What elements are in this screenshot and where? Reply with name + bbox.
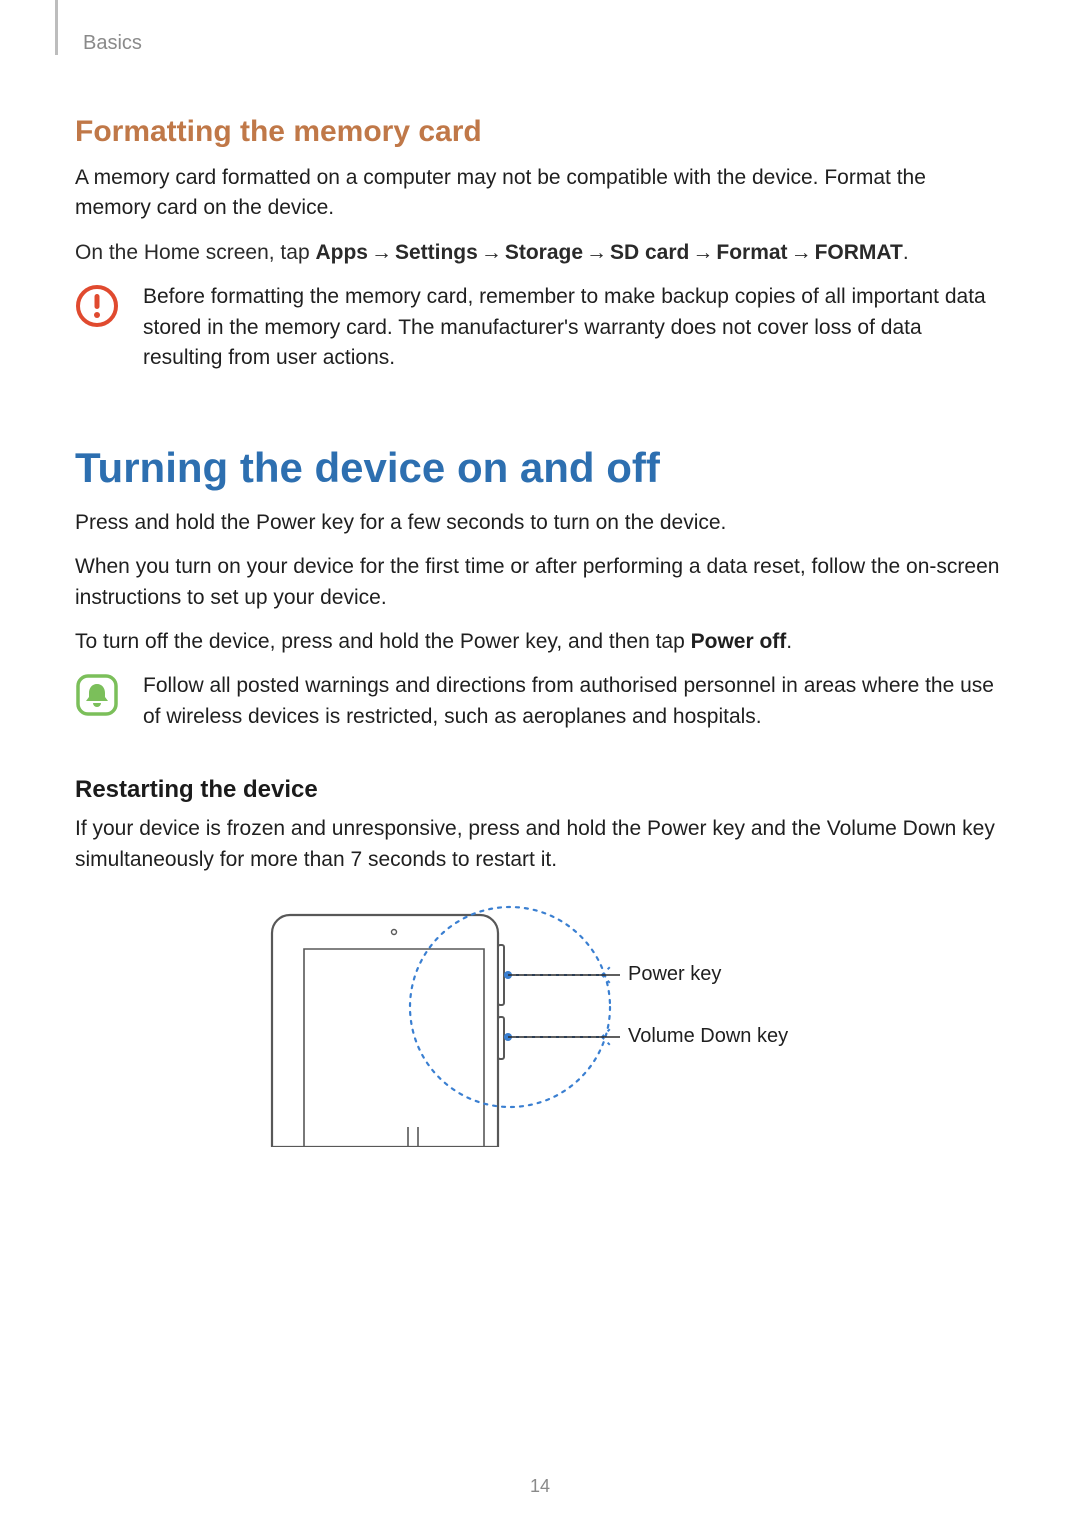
info-text: Follow all posted warnings and direction… bbox=[143, 671, 1005, 732]
bell-icon bbox=[75, 673, 119, 717]
path-suffix: . bbox=[903, 241, 909, 264]
arrow-icon: → bbox=[368, 238, 395, 268]
arrow-icon: → bbox=[788, 238, 815, 268]
warning-text: Before formatting the memory card, remem… bbox=[143, 282, 1005, 373]
paragraph: To turn off the device, press and hold t… bbox=[75, 627, 1005, 657]
paragraph: When you turn on your device for the fir… bbox=[75, 552, 1005, 613]
path-step: SD card bbox=[610, 241, 689, 264]
path-step: Settings bbox=[395, 241, 478, 264]
heading-formatting-memory-card: Formatting the memory card bbox=[75, 115, 1005, 149]
paragraph: A memory card formatted on a computer ma… bbox=[75, 163, 1005, 224]
path-step: Storage bbox=[505, 241, 583, 264]
caution-icon bbox=[75, 284, 119, 328]
heading-restarting-device: Restarting the device bbox=[75, 776, 1005, 804]
path-step: Apps bbox=[315, 241, 368, 264]
arrow-icon: → bbox=[689, 238, 716, 268]
navigation-path: On the Home screen, tap Apps→Settings→St… bbox=[75, 238, 1005, 268]
paragraph: If your device is frozen and unresponsiv… bbox=[75, 814, 1005, 875]
paragraph: Press and hold the Power key for a few s… bbox=[75, 508, 1005, 538]
page-number: 14 bbox=[0, 1476, 1080, 1497]
path-step: FORMAT bbox=[815, 241, 903, 264]
heading-turning-device-on-off: Turning the device on and off bbox=[75, 444, 1005, 492]
text: . bbox=[786, 630, 792, 653]
diagram-label-volume-down-key: Volume Down key bbox=[628, 1025, 788, 1048]
diagram-label-power-key: Power key bbox=[628, 963, 721, 986]
arrow-icon: → bbox=[478, 238, 505, 268]
warning-note: Before formatting the memory card, remem… bbox=[75, 282, 1005, 373]
power-off-label: Power off bbox=[691, 630, 787, 653]
device-diagram: Power key Volume Down key bbox=[250, 897, 830, 1147]
breadcrumb: Basics bbox=[75, 0, 1005, 55]
header-accent-bar bbox=[55, 0, 58, 55]
path-step: Format bbox=[716, 241, 787, 264]
arrow-icon: → bbox=[583, 238, 610, 268]
info-note: Follow all posted warnings and direction… bbox=[75, 671, 1005, 732]
text: To turn off the device, press and hold t… bbox=[75, 630, 691, 653]
path-prefix: On the Home screen, tap bbox=[75, 241, 315, 264]
